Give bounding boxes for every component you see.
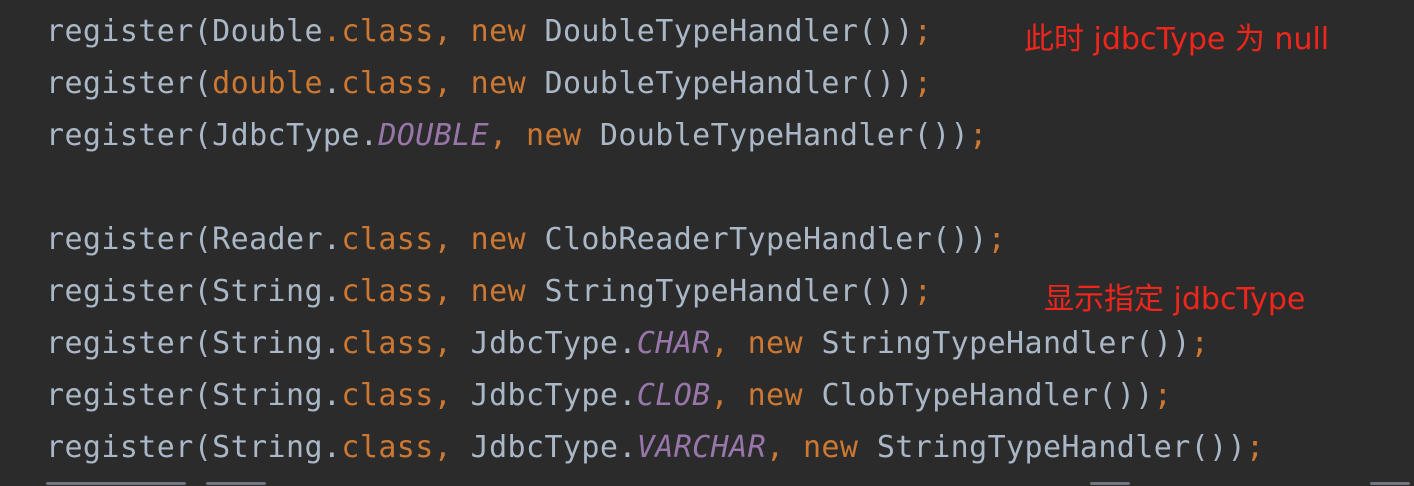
keyword-token: ; — [913, 66, 933, 101]
code-token: register(Reader. — [46, 222, 342, 257]
keyword-token: , — [433, 14, 453, 49]
keyword-token: , — [433, 378, 453, 413]
code-token: DoubleTypeHandler()) — [599, 118, 970, 153]
code-line[interactable]: register(String.class, new StringTypeHan… — [46, 266, 932, 318]
partial-next-line — [0, 478, 1414, 486]
keyword-token: new — [452, 14, 545, 49]
code-token: JdbcType. — [452, 378, 637, 413]
code-line[interactable]: register(double.class, new DoubleTypeHan… — [46, 58, 932, 110]
code-token: . — [322, 66, 342, 101]
code-token: StringTypeHandler()) — [544, 274, 914, 309]
keyword-token: , — [766, 430, 785, 465]
keyword-token: new — [729, 378, 822, 413]
keyword-token: , — [433, 326, 453, 361]
code-line[interactable]: register(Reader.class, new ClobReaderTyp… — [46, 214, 1006, 266]
constant-token: VARCHAR — [636, 430, 767, 465]
keyword-token: ; — [1246, 430, 1265, 465]
keyword-token: , — [433, 66, 453, 101]
keyword-token: ; — [987, 222, 1007, 257]
code-token: register(String. — [46, 430, 342, 465]
keyword-token: class — [341, 66, 434, 101]
code-token: StringTypeHandler()) — [876, 430, 1247, 465]
keyword-token: new — [507, 118, 600, 153]
code-line[interactable]: register(Double.class, new DoubleTypeHan… — [46, 6, 932, 58]
keyword-token: new — [452, 66, 545, 101]
code-token: register(String. — [46, 378, 342, 413]
keyword-token: ; — [1153, 378, 1173, 413]
keyword-token: class — [341, 378, 434, 413]
code-line[interactable]: register(String.class, JdbcType.CHAR, ne… — [46, 318, 1209, 370]
keyword-token: ; — [1190, 326, 1210, 361]
keyword-token: , — [433, 430, 453, 465]
annotation-jdbctype-null: 此时 jdbcType 为 null — [1024, 22, 1330, 57]
code-token: DoubleTypeHandler()) — [544, 66, 914, 101]
keyword-token: new — [784, 430, 877, 465]
keyword-token: class — [341, 222, 434, 257]
keyword-token: double — [212, 66, 323, 101]
keyword-token: new — [452, 274, 545, 309]
keyword-token: ; — [913, 14, 933, 49]
keyword-token: , — [710, 378, 730, 413]
keyword-token: , — [433, 222, 453, 257]
code-line[interactable]: register(String.class, JdbcType.CLOB, ne… — [46, 370, 1172, 422]
code-token: register(Double — [46, 14, 323, 49]
keyword-token: , — [489, 118, 508, 153]
code-token: register( — [46, 66, 213, 101]
code-token: JdbcType. — [452, 326, 637, 361]
keyword-token: class — [341, 326, 434, 361]
code-token: StringTypeHandler()) — [821, 326, 1191, 361]
code-line[interactable]: register(JdbcType.DOUBLE, new DoubleType… — [46, 110, 988, 162]
keyword-token: , — [710, 326, 730, 361]
keyword-token: , — [433, 274, 453, 309]
keyword-token: .class — [322, 14, 434, 49]
code-token: DoubleTypeHandler()) — [544, 14, 914, 49]
code-token: register(String. — [46, 274, 342, 309]
keyword-token: new — [452, 222, 545, 257]
keyword-token: new — [729, 326, 822, 361]
annotation-explicit-jdbctype: 显示指定 jdbcType — [1044, 282, 1306, 317]
code-token: register(JdbcType. — [46, 118, 379, 153]
code-token: ClobTypeHandler()) — [821, 378, 1154, 413]
keyword-token: class — [341, 274, 434, 309]
keyword-token: class — [341, 430, 434, 465]
code-editor[interactable]: register(Double.class, new DoubleTypeHan… — [0, 0, 1414, 486]
keyword-token: ; — [969, 118, 988, 153]
code-line[interactable]: register(String.class, JdbcType.VARCHAR,… — [46, 422, 1265, 474]
constant-token: DOUBLE — [378, 118, 490, 153]
constant-token: CLOB — [636, 378, 711, 413]
code-token: register(String. — [46, 326, 342, 361]
constant-token: CHAR — [636, 326, 711, 361]
code-token: ClobReaderTypeHandler()) — [544, 222, 988, 257]
code-token: JdbcType. — [452, 430, 637, 465]
keyword-token: ; — [913, 274, 933, 309]
